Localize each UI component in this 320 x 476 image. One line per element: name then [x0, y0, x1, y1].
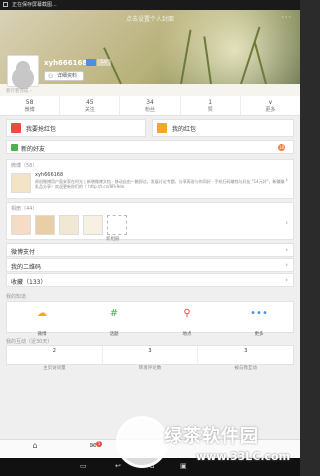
interact-label: 转发评论数: [138, 366, 162, 371]
user-icon: ⚇: [48, 73, 54, 80]
tool-label: 微博: [37, 332, 47, 337]
weibo-card[interactable]: 微博（58） xyh666168 原创微博用户面安家在时光 | 新增微博文档 ·…: [6, 159, 294, 199]
tool-weibo[interactable]: ☁ 微博: [22, 308, 62, 339]
new-album-label: 新相册: [106, 237, 120, 242]
weibo-author: xyh666168: [35, 172, 64, 178]
username: xyh666168: [44, 59, 88, 67]
interact-reposts[interactable]: 3 转发评论数: [103, 346, 199, 371]
stat-weibo[interactable]: 58 微博: [0, 96, 61, 115]
tool-location[interactable]: ⚲ 地点: [167, 308, 207, 339]
chevron-right-icon: ›: [285, 276, 288, 284]
menu-row-label: 收藏（133）: [11, 279, 47, 286]
stat-num: 58: [25, 99, 34, 106]
stat-following[interactable]: 45 关注: [60, 96, 121, 115]
verify-tip[interactable]: 新行客完成 ›: [6, 88, 32, 94]
photos-header: 相册（44）: [11, 206, 38, 212]
menu-row-payment[interactable]: 微博支付 ›: [6, 243, 294, 257]
menu-row-label: 微博支付: [11, 249, 36, 256]
watermark-logo: [116, 416, 168, 468]
interact-visits[interactable]: 2 主页访问量: [7, 346, 103, 371]
tool-topic[interactable]: # 话题: [94, 308, 134, 339]
screenshot-key-icon[interactable]: ▭: [80, 462, 87, 470]
more-menu-icon[interactable]: ···: [281, 13, 292, 22]
photo-thumb[interactable]: [35, 215, 55, 235]
tool-label: 话题: [109, 332, 119, 337]
friends-icon: [11, 144, 18, 151]
new-album-button[interactable]: [107, 215, 127, 235]
cover-hint[interactable]: 点击设置个人封面: [0, 14, 300, 23]
grab-red-packet-label: 我要抢红包: [26, 125, 57, 133]
interact-num: 2: [52, 348, 56, 354]
chevron-down-icon: ∨: [268, 99, 273, 106]
stat-followers[interactable]: 34 粉丝: [120, 96, 181, 115]
chevron-right-icon: ›: [285, 246, 288, 254]
messages-badge: 5: [96, 441, 102, 447]
menu-row-label: 我的二维码: [11, 264, 42, 271]
new-friends-row[interactable]: 新的好友 18: [6, 140, 294, 154]
message-icon: ✉: [89, 441, 97, 450]
verify-icon: [86, 59, 96, 66]
profile-strip: [0, 84, 300, 96]
interact-label: 主页访问量: [43, 366, 66, 371]
stat-label: 更多: [265, 107, 276, 113]
tool-label: 更多: [254, 332, 264, 337]
weibo-thumbnail: [11, 173, 31, 193]
home-icon: ⌂: [32, 441, 38, 450]
avatar[interactable]: [7, 55, 39, 87]
stat-label: 微博: [24, 107, 35, 113]
photos-card[interactable]: 相册（44） 新相册 ›: [6, 202, 294, 242]
interact-section-label: 我的互动（近30天）: [6, 339, 53, 345]
stat-label: 赞: [207, 107, 213, 113]
interact-label: 被与我互动: [234, 366, 257, 371]
interact-num: 3: [148, 348, 152, 354]
menu-row-favorites[interactable]: 收藏（133） ›: [6, 273, 294, 287]
photo-thumb[interactable]: [11, 215, 31, 235]
stat-num: 34: [146, 99, 154, 106]
chevron-right-icon: ›: [285, 176, 288, 184]
watermark: 绿茶软件园 www.33LC.com: [116, 416, 296, 474]
interact-mentions[interactable]: 3 被与我互动: [198, 346, 293, 371]
red-packet-icon: [157, 123, 167, 133]
stat-label: 关注: [84, 107, 95, 113]
stat-likes[interactable]: 1赞: [181, 96, 241, 115]
watermark-url: www.33LC.com: [196, 450, 291, 463]
status-bar: 正在保存屏幕截图...: [0, 0, 300, 10]
stat-label: 粉丝: [145, 107, 156, 113]
grab-red-packet-button[interactable]: 我要抢红包: [6, 119, 146, 137]
weibo-header: 微博（58）: [11, 163, 38, 169]
photo-thumb[interactable]: [83, 215, 103, 235]
weibo-excerpt: 原创微博用户面安家在时光 | 新增微博文档 · 移动自由一触即达，发展讨论专题，…: [35, 179, 285, 189]
chevron-right-icon: ›: [285, 261, 288, 269]
screenshot-icon: [3, 2, 8, 7]
interact-panel: 2 主页访问量 3 转发评论数 3 被与我互动: [6, 345, 294, 371]
friends-count-badge: 18: [278, 144, 285, 151]
stats-bar: 58 微博 45 关注 34 粉丝 1赞 ∨ 更多: [0, 96, 300, 116]
my-red-packet-button[interactable]: 我的红包: [152, 119, 294, 137]
hash-icon: #: [109, 308, 119, 319]
new-friends-label: 新的好友: [21, 146, 46, 153]
location-icon: ⚲: [183, 308, 191, 319]
profile-main: 我要抢红包 我的红包 新的好友 18 微博（58） xyh666168 原创微博…: [0, 116, 300, 439]
interact-num: 3: [244, 348, 248, 354]
watermark-text: 绿茶软件园: [164, 426, 259, 447]
tools-section-label: 我的知道: [6, 294, 27, 300]
photo-thumb[interactable]: [59, 215, 79, 235]
my-red-packet-label: 我的红包: [172, 125, 197, 133]
cloud-icon: ☁: [37, 308, 47, 319]
stat-more[interactable]: ∨ 更多: [241, 96, 300, 115]
detail-button[interactable]: ⚇ 详细资料: [44, 71, 85, 81]
red-packet-icon: [11, 123, 21, 133]
tools-panel: ☁ 微博 # 话题 ⚲ 地点 ••• 更多: [6, 301, 294, 337]
status-text: 正在保存屏幕截图...: [12, 2, 57, 8]
dots-icon: •••: [250, 308, 268, 319]
tool-more[interactable]: ••• 更多: [239, 308, 279, 339]
stat-num: 45: [85, 99, 94, 106]
menu-row-qrcode[interactable]: 我的二维码 ›: [6, 258, 294, 272]
level-badge: Lv: [97, 59, 111, 66]
chevron-right-icon: ›: [285, 219, 288, 227]
detail-button-label: 详细资料: [57, 73, 78, 79]
tool-label: 地点: [182, 332, 192, 337]
stat-num: 1: [208, 99, 213, 106]
